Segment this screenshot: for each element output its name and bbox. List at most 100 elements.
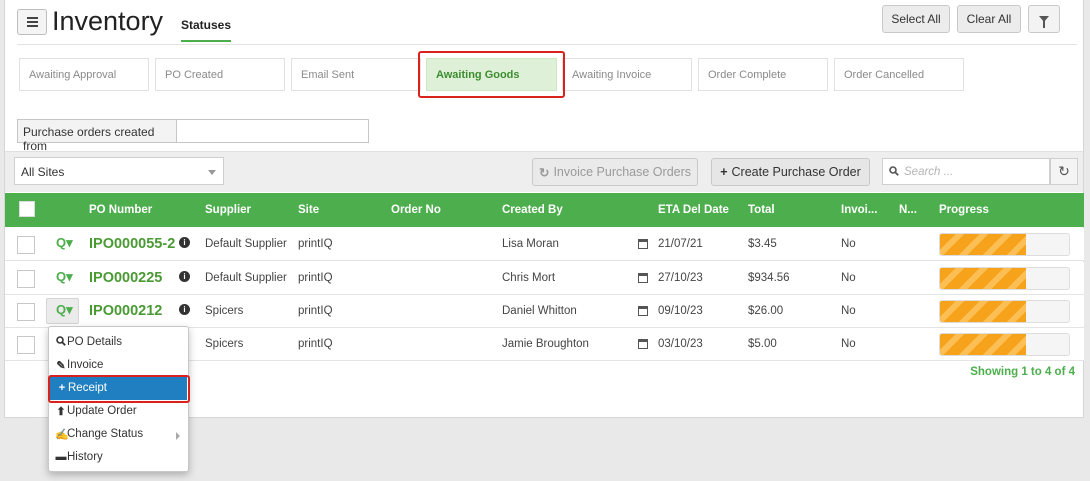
refresh-icon: ↻ xyxy=(1058,163,1070,179)
status-po-created[interactable]: PO Created xyxy=(155,58,285,91)
hamburger-menu-button[interactable] xyxy=(17,9,47,35)
eta-cell: 21/07/21 xyxy=(658,238,703,250)
search-placeholder: Search ... xyxy=(904,166,954,178)
col-po-number[interactable]: PO Number xyxy=(89,204,152,216)
site-select-value: All Sites xyxy=(21,165,65,179)
edit-icon: ✍ xyxy=(55,429,69,441)
col-eta-del-date[interactable]: ETA Del Date xyxy=(658,204,729,216)
pagination-summary: Showing 1 to 4 of 4 xyxy=(970,366,1075,378)
filter-button[interactable] xyxy=(1028,5,1060,33)
menu-item-history[interactable]: ▬ History xyxy=(49,446,188,469)
caret-down-icon xyxy=(208,170,216,175)
submenu-arrow-icon xyxy=(176,432,180,440)
table-row[interactable]: Q▾ IPO000225 i Default Supplier printIQ … xyxy=(5,262,1084,295)
table-row[interactable]: Q▾ IPO000055-2 i Default Supplier printI… xyxy=(5,228,1084,261)
create-purchase-order-label: Create Purchase Order xyxy=(731,165,861,179)
page-title: Inventory xyxy=(52,6,164,36)
site-cell: printIQ xyxy=(298,238,333,250)
row-checkbox[interactable] xyxy=(17,336,35,354)
status-awaiting-invoice[interactable]: Awaiting Invoice xyxy=(562,58,692,91)
invoice-purchase-orders-button[interactable]: ↻ Invoice Purchase Orders xyxy=(532,158,698,186)
menu-item-label: Update Order xyxy=(67,405,137,417)
folder-icon: ▬ xyxy=(55,451,67,463)
search-icon xyxy=(889,166,899,179)
col-site[interactable]: Site xyxy=(298,204,319,216)
progress-bar xyxy=(939,233,1070,256)
row-action-search-icon[interactable]: Q▾ xyxy=(56,269,73,285)
calendar-icon xyxy=(638,339,648,349)
po-number-link[interactable]: IPO000225 xyxy=(89,270,162,286)
select-all-checkbox[interactable] xyxy=(19,201,35,217)
hamburger-icon xyxy=(26,21,38,23)
site-cell: printIQ xyxy=(298,338,333,350)
supplier-cell: Default Supplier xyxy=(205,272,287,284)
row-action-search-icon[interactable]: Q▾ xyxy=(56,235,73,251)
supplier-cell: Spicers xyxy=(205,338,244,350)
total-cell: $5.00 xyxy=(748,338,777,350)
status-highlight-box xyxy=(418,51,565,98)
total-cell: $3.45 xyxy=(748,238,777,250)
menu-item-label: PO Details xyxy=(67,336,122,348)
refresh-button[interactable]: ↻ xyxy=(1050,158,1078,185)
row-checkbox[interactable] xyxy=(17,236,35,254)
progress-fill xyxy=(940,334,1027,355)
clear-all-button[interactable]: Clear All xyxy=(957,5,1021,33)
row-checkbox[interactable] xyxy=(17,270,35,288)
filter-icon xyxy=(1039,16,1049,28)
created-from-input[interactable] xyxy=(176,119,369,143)
menu-item-invoice[interactable]: ✎ Invoice xyxy=(49,354,188,377)
col-total[interactable]: Total xyxy=(748,204,775,216)
select-all-button[interactable]: Select All xyxy=(882,5,950,33)
created-by-cell: Daniel Whitton xyxy=(502,305,577,317)
created-by-cell: Lisa Moran xyxy=(502,238,559,250)
supplier-cell: Default Supplier xyxy=(205,238,287,250)
table-header: PO Number Supplier Site Order No Created… xyxy=(5,193,1084,227)
col-order-no[interactable]: Order No xyxy=(391,204,441,216)
invoice-purchase-orders-label: Invoice Purchase Orders xyxy=(553,165,692,179)
eta-cell: 09/10/23 xyxy=(658,305,703,317)
refresh-icon: ↻ xyxy=(538,165,550,180)
table-row[interactable]: Q▾ IPO000212 i Spicers printIQ Daniel Wh… xyxy=(5,295,1084,328)
status-email-sent[interactable]: Email Sent xyxy=(291,58,421,91)
info-icon[interactable]: i xyxy=(179,304,190,315)
invoiced-cell: No xyxy=(841,272,856,284)
col-supplier[interactable]: Supplier xyxy=(205,204,251,216)
progress-fill xyxy=(940,268,1027,289)
menu-item-label: History xyxy=(67,451,103,463)
plus-icon: + xyxy=(720,165,728,179)
invoiced-cell: No xyxy=(841,238,856,250)
invoiced-cell: No xyxy=(841,305,856,317)
status-awaiting-approval[interactable]: Awaiting Approval xyxy=(19,58,149,91)
info-icon[interactable]: i xyxy=(179,237,190,248)
created-from-label: Purchase orders created from xyxy=(17,119,177,153)
total-cell: $934.56 xyxy=(748,272,790,284)
header-divider xyxy=(17,44,1077,45)
site-cell: printIQ xyxy=(298,272,333,284)
site-cell: printIQ xyxy=(298,305,333,317)
status-order-cancelled[interactable]: Order Cancelled xyxy=(834,58,964,91)
menu-item-change-status[interactable]: ✍ Change Status xyxy=(49,423,188,446)
col-progress: Progress xyxy=(939,204,989,216)
col-created-by[interactable]: Created By xyxy=(502,204,563,216)
progress-bar xyxy=(939,333,1070,356)
supplier-cell: Spicers xyxy=(205,305,244,317)
row-checkbox[interactable] xyxy=(17,303,35,321)
menu-item-label: Change Status xyxy=(67,428,144,440)
menu-item-po-details[interactable]: PO Details xyxy=(49,331,188,354)
status-order-complete[interactable]: Order Complete xyxy=(698,58,828,91)
col-notes[interactable]: N... xyxy=(899,204,917,216)
info-icon[interactable]: i xyxy=(179,271,190,282)
search-input[interactable]: Search ... xyxy=(882,158,1050,185)
menu-item-update-order[interactable]: ⬆ Update Order xyxy=(49,400,188,423)
receipt-highlight-box xyxy=(48,375,190,403)
row-action-search-icon[interactable]: Q▾ xyxy=(56,302,73,318)
po-number-link[interactable]: IPO000055-2 xyxy=(89,236,175,252)
create-purchase-order-button[interactable]: + Create Purchase Order xyxy=(711,158,870,186)
tab-statuses[interactable]: Statuses xyxy=(181,18,232,42)
created-by-cell: Chris Mort xyxy=(502,272,556,284)
progress-fill xyxy=(940,301,1027,322)
calendar-icon xyxy=(638,239,648,249)
po-number-link[interactable]: IPO000212 xyxy=(89,303,162,319)
site-select[interactable]: All Sites xyxy=(14,157,224,185)
col-invoiced[interactable]: Invoi... xyxy=(841,204,877,216)
